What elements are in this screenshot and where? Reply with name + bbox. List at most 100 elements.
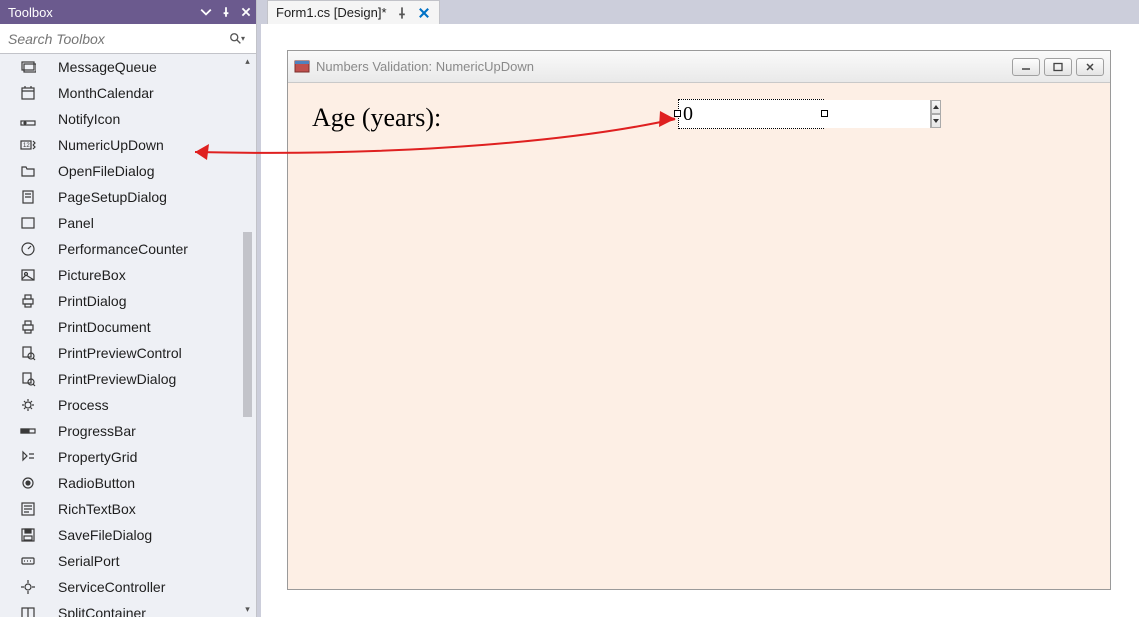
- calendar-icon: [18, 83, 38, 103]
- toolbox-item-richtextbox[interactable]: RichTextBox: [0, 496, 256, 522]
- toolbox-item-label: Panel: [58, 215, 94, 231]
- tab-title: Form1.cs [Design]*: [276, 5, 387, 20]
- form-app-icon: [294, 59, 310, 75]
- tab-pin-icon[interactable]: [395, 6, 409, 20]
- toolbox-panel: Toolbox ▾ MessageQueue MonthCalendar Notif…: [0, 0, 257, 617]
- toolbox-item-label: ServiceController: [58, 579, 165, 595]
- toolbox-item-label: PrintPreviewControl: [58, 345, 182, 361]
- toolbox-item-monthcalendar[interactable]: MonthCalendar: [0, 80, 256, 106]
- toolbox-item-label: SaveFileDialog: [58, 527, 152, 543]
- toolbox-header: Toolbox: [0, 0, 256, 24]
- designed-form[interactable]: Numbers Validation: NumericUpDown Age (y…: [287, 50, 1111, 590]
- window-position-dropdown-icon[interactable]: [196, 2, 216, 22]
- toolbox-list: MessageQueue MonthCalendar NotifyIcon 12 Num…: [0, 54, 256, 617]
- toolbox-item-numericupdown[interactable]: 12 NumericUpDown: [0, 132, 256, 158]
- numeric-down-button[interactable]: [931, 114, 941, 128]
- search-icon[interactable]: ▾: [224, 32, 250, 46]
- toolbox-item-savefiledialog[interactable]: SaveFileDialog: [0, 522, 256, 548]
- numeric-updown-icon: 12: [18, 135, 38, 155]
- toolbox-item-splitcontainer[interactable]: SplitContainer: [0, 600, 256, 617]
- toolbox-item-label: MonthCalendar: [58, 85, 154, 101]
- progress-icon: [18, 421, 38, 441]
- toolbox-item-printpreviewdialog[interactable]: PrintPreviewDialog: [0, 366, 256, 392]
- toolbox-item-progressbar[interactable]: ProgressBar: [0, 418, 256, 444]
- toolbox-item-label: PrintPreviewDialog: [58, 371, 176, 387]
- tab-row: Form1.cs [Design]*: [261, 0, 1139, 24]
- toolbox-item-printpreviewcontrol[interactable]: PrintPreviewControl: [0, 340, 256, 366]
- close-icon[interactable]: [236, 2, 256, 22]
- numeric-up-button[interactable]: [931, 100, 941, 114]
- performance-icon: [18, 239, 38, 259]
- toolbox-item-picturebox[interactable]: PictureBox: [0, 262, 256, 288]
- toolbox-item-notifyicon[interactable]: NotifyIcon: [0, 106, 256, 132]
- close-button[interactable]: [1076, 58, 1104, 76]
- tab-form1-design[interactable]: Form1.cs [Design]*: [267, 0, 440, 24]
- toolbox-item-label: PerformanceCounter: [58, 241, 188, 257]
- toolbox-item-label: PrintDocument: [58, 319, 151, 335]
- toolbox-item-label: MessageQueue: [58, 59, 157, 75]
- toolbox-item-servicecontroller[interactable]: ServiceController: [0, 574, 256, 600]
- maximize-button[interactable]: [1044, 58, 1072, 76]
- print-preview-dialog-icon: [18, 369, 38, 389]
- toolbox-item-label: PageSetupDialog: [58, 189, 167, 205]
- toolbox-search-row: ▾: [0, 24, 256, 54]
- toolbox-item-label: ProgressBar: [58, 423, 136, 439]
- toolbox-item-performancecounter[interactable]: PerformanceCounter: [0, 236, 256, 262]
- resize-handle-right[interactable]: [821, 110, 828, 117]
- radio-icon: [18, 473, 38, 493]
- scroll-up-icon[interactable]: ▴: [240, 54, 255, 69]
- toolbox-item-process[interactable]: Process: [0, 392, 256, 418]
- form-titlebar: Numbers Validation: NumericUpDown: [288, 51, 1110, 83]
- scroll-down-icon[interactable]: ▾: [240, 602, 255, 617]
- toolbox-item-label: RichTextBox: [58, 501, 136, 517]
- panel-icon: [18, 213, 38, 233]
- minimize-button[interactable]: [1012, 58, 1040, 76]
- age-label: Age (years):: [312, 103, 441, 133]
- picture-icon: [18, 265, 38, 285]
- numeric-updown-control[interactable]: [678, 99, 824, 129]
- toolbox-item-label: NumericUpDown: [58, 137, 164, 153]
- toolbox-item-messagequeue[interactable]: MessageQueue: [0, 54, 256, 80]
- toolbox-item-label: PropertyGrid: [58, 449, 137, 465]
- toolbox-item-panel[interactable]: Panel: [0, 210, 256, 236]
- open-file-icon: [18, 161, 38, 181]
- serial-port-icon: [18, 551, 38, 571]
- svg-text:12: 12: [23, 143, 30, 149]
- property-grid-icon: [18, 447, 38, 467]
- split-container-icon: [18, 603, 38, 617]
- print-document-icon: [18, 317, 38, 337]
- form-client-area[interactable]: Age (years):: [288, 83, 1110, 589]
- process-icon: [18, 395, 38, 415]
- search-input[interactable]: [6, 30, 224, 48]
- toolbox-item-openfiledialog[interactable]: OpenFileDialog: [0, 158, 256, 184]
- toolbox-item-propertygrid[interactable]: PropertyGrid: [0, 444, 256, 470]
- pin-icon[interactable]: [216, 2, 236, 22]
- scroll-thumb[interactable]: [243, 232, 252, 417]
- toolbox-item-label: NotifyIcon: [58, 111, 120, 127]
- toolbox-item-label: OpenFileDialog: [58, 163, 155, 179]
- toolbox-item-label: PrintDialog: [58, 293, 126, 309]
- service-icon: [18, 577, 38, 597]
- tab-close-icon[interactable]: [417, 6, 431, 20]
- toolbox-item-printdocument[interactable]: PrintDocument: [0, 314, 256, 340]
- print-preview-control-icon: [18, 343, 38, 363]
- design-surface[interactable]: Numbers Validation: NumericUpDown Age (y…: [261, 24, 1139, 617]
- form-title: Numbers Validation: NumericUpDown: [316, 59, 1012, 74]
- toolbox-item-label: Process: [58, 397, 109, 413]
- document-well: Form1.cs [Design]* Numbers Validation: N…: [261, 0, 1139, 617]
- toolbox-item-serialport[interactable]: SerialPort: [0, 548, 256, 574]
- notify-icon: [18, 109, 38, 129]
- numeric-updown-input[interactable]: [679, 100, 930, 128]
- toolbox-item-printdialog[interactable]: PrintDialog: [0, 288, 256, 314]
- toolbox-item-label: PictureBox: [58, 267, 126, 283]
- toolbox-item-label: SplitContainer: [58, 605, 146, 617]
- print-dialog-icon: [18, 291, 38, 311]
- scrollbar[interactable]: ▴ ▾: [240, 54, 255, 617]
- toolbox-item-label: SerialPort: [58, 553, 119, 569]
- toolbox-item-label: RadioButton: [58, 475, 135, 491]
- toolbox-item-pagesetupdialog[interactable]: PageSetupDialog: [0, 184, 256, 210]
- toolbox-item-radiobutton[interactable]: RadioButton: [0, 470, 256, 496]
- message-queue-icon: [18, 57, 38, 77]
- page-setup-icon: [18, 187, 38, 207]
- resize-handle-left[interactable]: [674, 110, 681, 117]
